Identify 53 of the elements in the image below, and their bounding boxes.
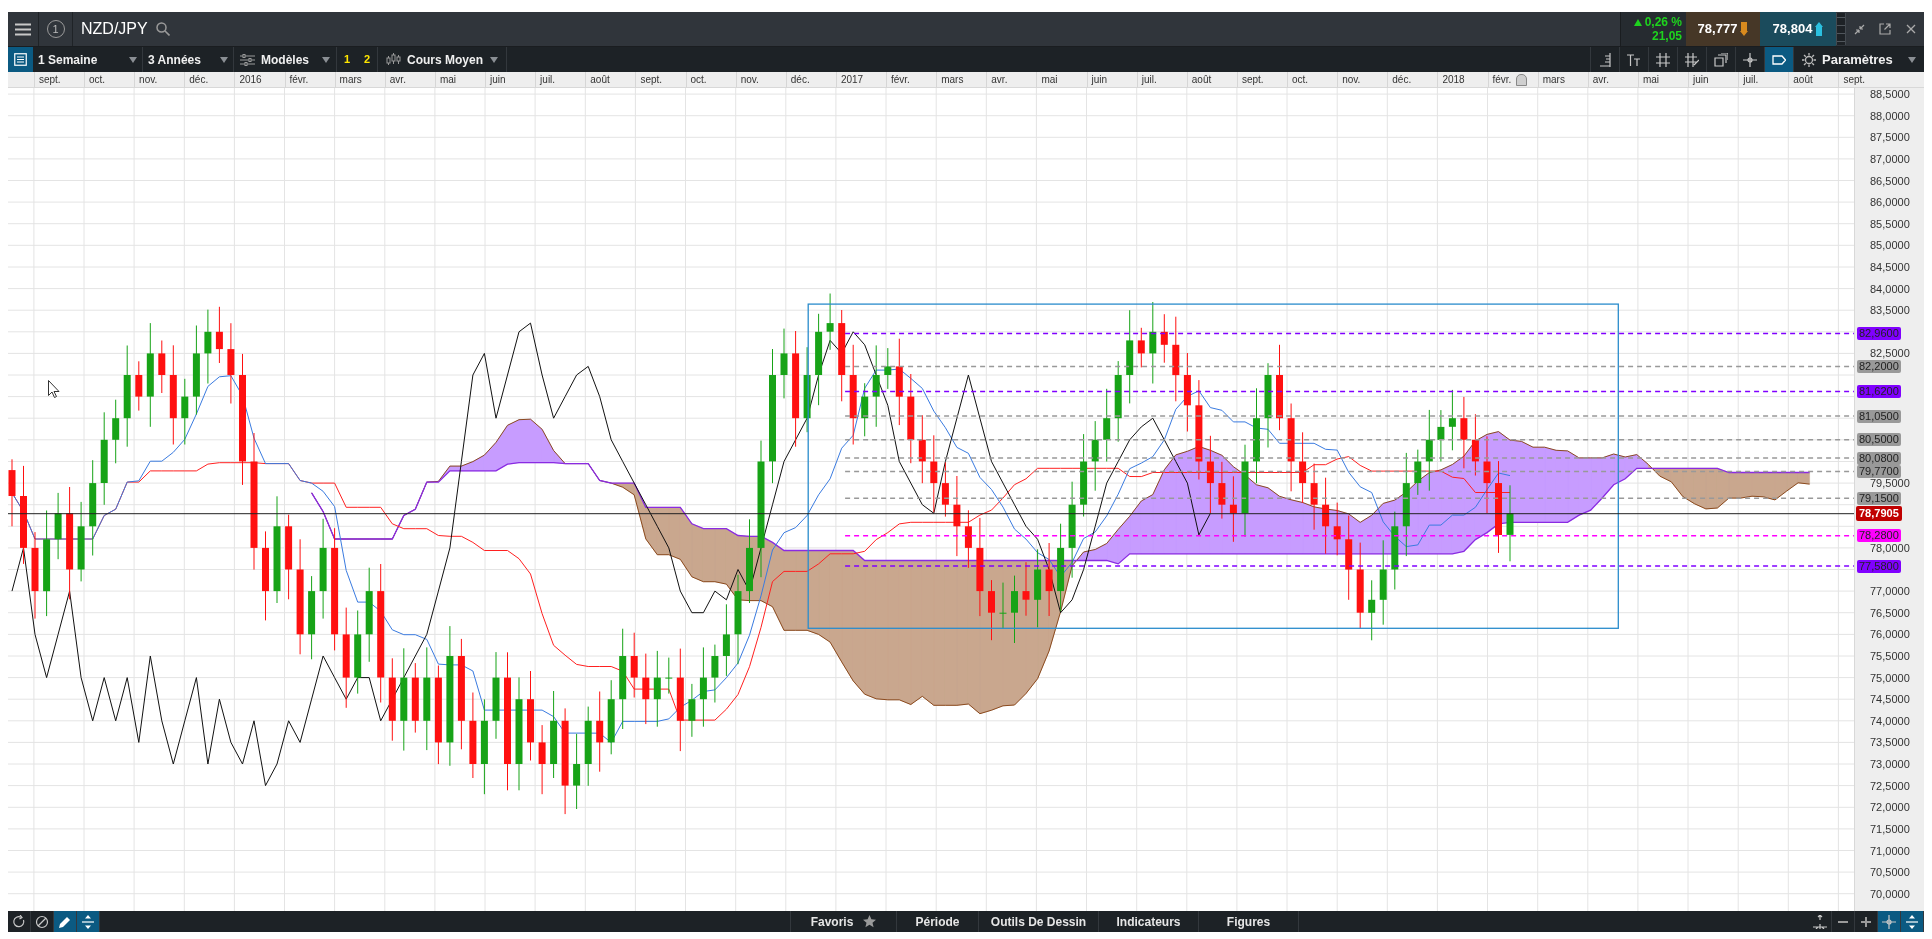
menu-tab[interactable]: Figures xyxy=(1199,911,1299,932)
price-label: 72,5000 xyxy=(1870,779,1910,792)
price-label: 71,0000 xyxy=(1870,844,1910,857)
price-label: 88,5000 xyxy=(1870,88,1910,101)
price-label: 70,5000 xyxy=(1870,866,1910,879)
price-label: 70,0000 xyxy=(1870,887,1910,900)
price-tag: 78,2800 xyxy=(1857,529,1901,543)
settings-button[interactable]: Paramètres xyxy=(1794,47,1924,72)
menu-tab[interactable]: Indicateurs xyxy=(1099,911,1199,932)
price-label: 74,0000 xyxy=(1870,714,1910,727)
price-label: 71,5000 xyxy=(1870,822,1910,835)
change-points: 21,05 xyxy=(1651,29,1682,43)
price-tag: 80,5000 xyxy=(1857,433,1901,447)
price-label: 88,0000 xyxy=(1870,109,1910,122)
price-label: 75,0000 xyxy=(1870,671,1910,684)
price-label: 73,5000 xyxy=(1870,736,1910,749)
price-label: 79,5000 xyxy=(1870,477,1910,490)
price-label: 73,0000 xyxy=(1870,758,1910,770)
price-label: 84,5000 xyxy=(1870,261,1910,273)
price-tag: 80,0800 xyxy=(1857,451,1901,465)
price-label: 76,0000 xyxy=(1870,628,1910,641)
price-tag: 82,2000 xyxy=(1857,359,1901,373)
preset-button[interactable]: 1 xyxy=(337,47,357,72)
price-label: 82,5000 xyxy=(1870,347,1910,360)
sell-price-button[interactable]: 78,777 xyxy=(1686,12,1760,46)
price-label: 87,0000 xyxy=(1870,152,1910,165)
change-percent: 0,26 % xyxy=(1644,15,1682,29)
buy-price-button[interactable]: 78,804 xyxy=(1760,12,1836,46)
price-label: 76,5000 xyxy=(1870,606,1910,619)
window-number-button[interactable]: 1 xyxy=(39,12,73,46)
price-label: 86,5000 xyxy=(1870,174,1910,187)
price-tag: 81,6200 xyxy=(1857,384,1901,398)
price-tag: 78,7905 xyxy=(1856,506,1902,522)
preset-button[interactable]: 2 xyxy=(357,47,377,72)
price-label: 85,5000 xyxy=(1870,217,1910,230)
menu-tab[interactable]: Période xyxy=(897,911,979,932)
price-tag: 79,1500 xyxy=(1857,491,1901,505)
price-label: 72,0000 xyxy=(1870,801,1910,814)
price-label: 87,5000 xyxy=(1870,131,1910,144)
price-label: 77,0000 xyxy=(1870,585,1910,598)
price-tag: 82,9600 xyxy=(1857,327,1901,340)
price-label: 75,5000 xyxy=(1870,650,1910,662)
price-label: 78,0000 xyxy=(1870,541,1910,554)
price-label: 86,0000 xyxy=(1870,196,1910,209)
price-tag: 81,0500 xyxy=(1857,409,1901,423)
price-label: 83,5000 xyxy=(1870,304,1910,317)
price-label: 74,5000 xyxy=(1870,693,1910,706)
menu-tab[interactable]: Outils De Dessin xyxy=(979,911,1099,932)
menu-tab[interactable]: Favoris xyxy=(791,911,897,932)
window-title: NZD/JPY xyxy=(81,19,148,39)
price-label: 85,0000 xyxy=(1870,239,1910,252)
price-label: 84,0000 xyxy=(1870,282,1910,295)
price-tag: 77,5800 xyxy=(1857,559,1901,573)
